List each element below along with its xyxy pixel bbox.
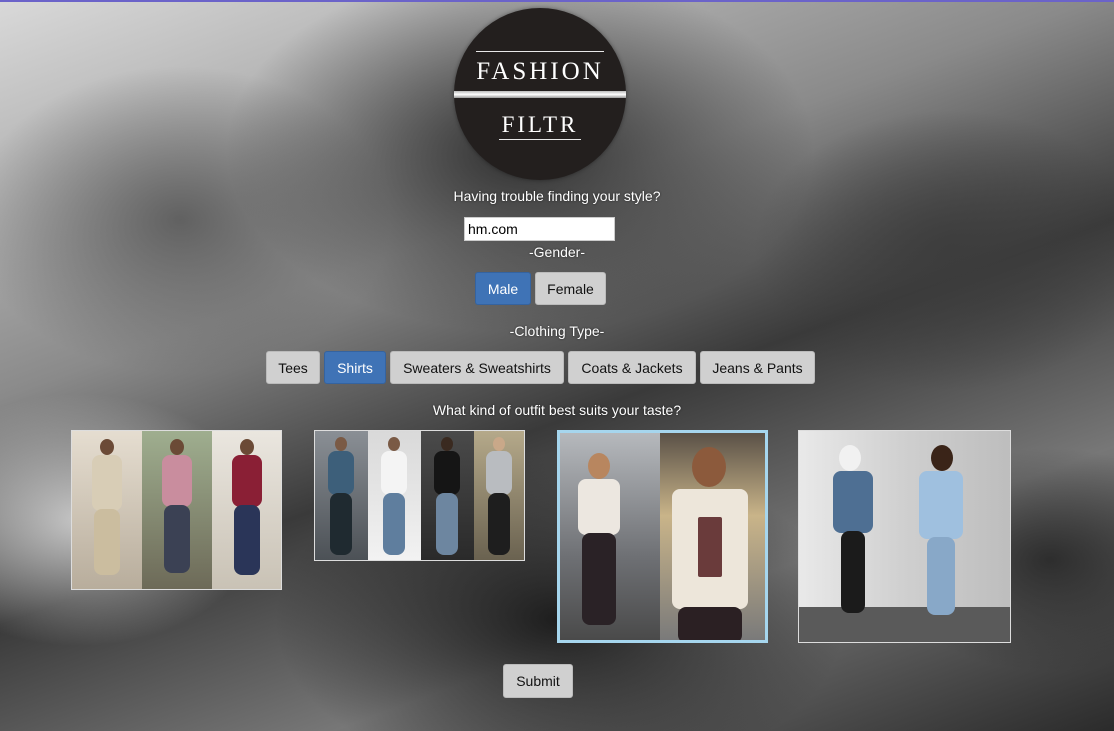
tagline: Having trouble finding your style? — [453, 188, 661, 204]
submit-button[interactable]: Submit — [503, 664, 573, 698]
clothing-shirts-button[interactable]: Shirts — [324, 351, 386, 384]
page: FASHION FILTR Having trouble finding you… — [0, 0, 1114, 731]
clothing-sweaters-button[interactable]: Sweaters & Sweatshirts — [390, 351, 564, 384]
clothing-tees-button[interactable]: Tees — [266, 351, 320, 384]
site-input[interactable] — [464, 217, 615, 241]
fashion-filtr-logo: FASHION FILTR — [454, 8, 626, 180]
logo-word-filtr: FILTR — [501, 112, 579, 137]
outfit-option-2[interactable] — [314, 430, 525, 561]
logo-word-fashion: FASHION — [476, 58, 604, 85]
top-accent-line — [0, 0, 1114, 2]
outfit-option-4[interactable] — [798, 430, 1011, 643]
clothing-type-heading: -Clothing Type- — [509, 323, 605, 339]
clothing-jeans-button[interactable]: Jeans & Pants — [700, 351, 815, 384]
gender-male-button[interactable]: Male — [475, 272, 531, 305]
outfit-question: What kind of outfit best suits your tast… — [432, 402, 682, 418]
outfit-option-1[interactable] — [71, 430, 282, 590]
gender-heading: -Gender- — [528, 244, 586, 260]
clothing-coats-button[interactable]: Coats & Jackets — [568, 351, 696, 384]
outfit-option-3-selected[interactable] — [557, 430, 768, 643]
gender-female-button[interactable]: Female — [535, 272, 606, 305]
